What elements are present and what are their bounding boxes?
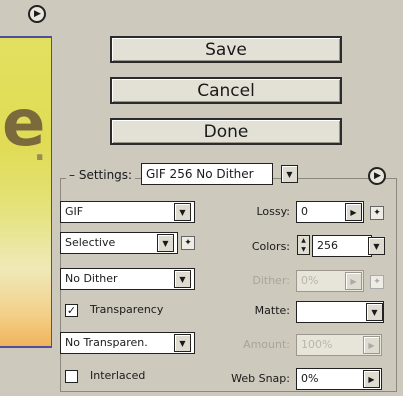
done-button[interactable]: Done [110,118,342,145]
amount-label: Amount: [243,338,290,351]
chevron-down-icon: ▼ [286,169,293,179]
interlaced-checkbox[interactable] [65,370,78,383]
cancel-button[interactable]: Cancel [110,77,342,104]
colors-dropdown-button[interactable]: ▼ [368,237,385,255]
chevron-down-icon: ▼ [371,307,378,317]
dither-label: Dither: [252,274,290,287]
dither-slider-button: ▶ [345,272,362,290]
chevron-right-icon: ▶ [350,207,357,217]
web-snap-slider-button[interactable]: ▶ [363,370,380,388]
amount-slider-button: ▶ [363,336,380,354]
palette-dropdown-button[interactable]: ▼ [157,234,174,252]
file-format-dropdown-button[interactable]: ▼ [174,203,191,221]
lossy-label: Lossy: [256,205,290,218]
interlaced-label: Interlaced [90,369,146,382]
chevron-right-icon: ▶ [368,340,375,350]
chevron-down-icon: ▼ [179,274,186,284]
colors-label: Colors: [251,240,290,253]
settings-dropdown-button[interactable]: ▼ [281,165,298,183]
chevron-right-icon: ▶ [350,276,357,286]
lossy-slider-button[interactable]: ▶ [345,203,362,221]
matte-label: Matte: [254,304,290,317]
web-snap-label: Web Snap: [231,372,290,385]
chevron-down-icon: ▼ [179,338,186,348]
chevron-down-icon: ▼ [373,241,380,251]
image-preview: e . [0,36,52,348]
preview-image-fragment-dot: . [34,133,46,168]
settings-label: Settings: [66,168,136,182]
settings-preset-select[interactable]: GIF 256 No Dither [141,163,273,185]
transparency-dither-dropdown-button[interactable]: ▼ [174,334,191,352]
matte-dropdown-button[interactable]: ▼ [366,303,383,321]
dither-algorithm-dropdown-button[interactable]: ▼ [174,270,191,288]
chevron-down-icon: ▼ [179,207,186,217]
chevron-right-icon: ▶ [368,374,375,384]
settings-menu-icon[interactable]: ▶ [368,167,386,185]
image-preview-pane: ▶ e . [0,0,57,396]
chevron-down-icon: ▼ [162,238,169,248]
spinner-arrows-icon[interactable]: ▲ ▼ [297,235,310,255]
save-button[interactable]: Save [110,36,342,63]
transparency-label: Transparency [90,303,164,316]
wand-icon[interactable]: ✦ [181,236,195,250]
preview-menu-icon[interactable]: ▶ [28,5,46,23]
wand-icon[interactable]: ✦ [370,206,384,220]
wand-icon: ✦ [370,275,384,289]
transparency-checkbox[interactable]: ✓ [65,304,78,317]
colors-field[interactable]: 256 [312,235,372,257]
